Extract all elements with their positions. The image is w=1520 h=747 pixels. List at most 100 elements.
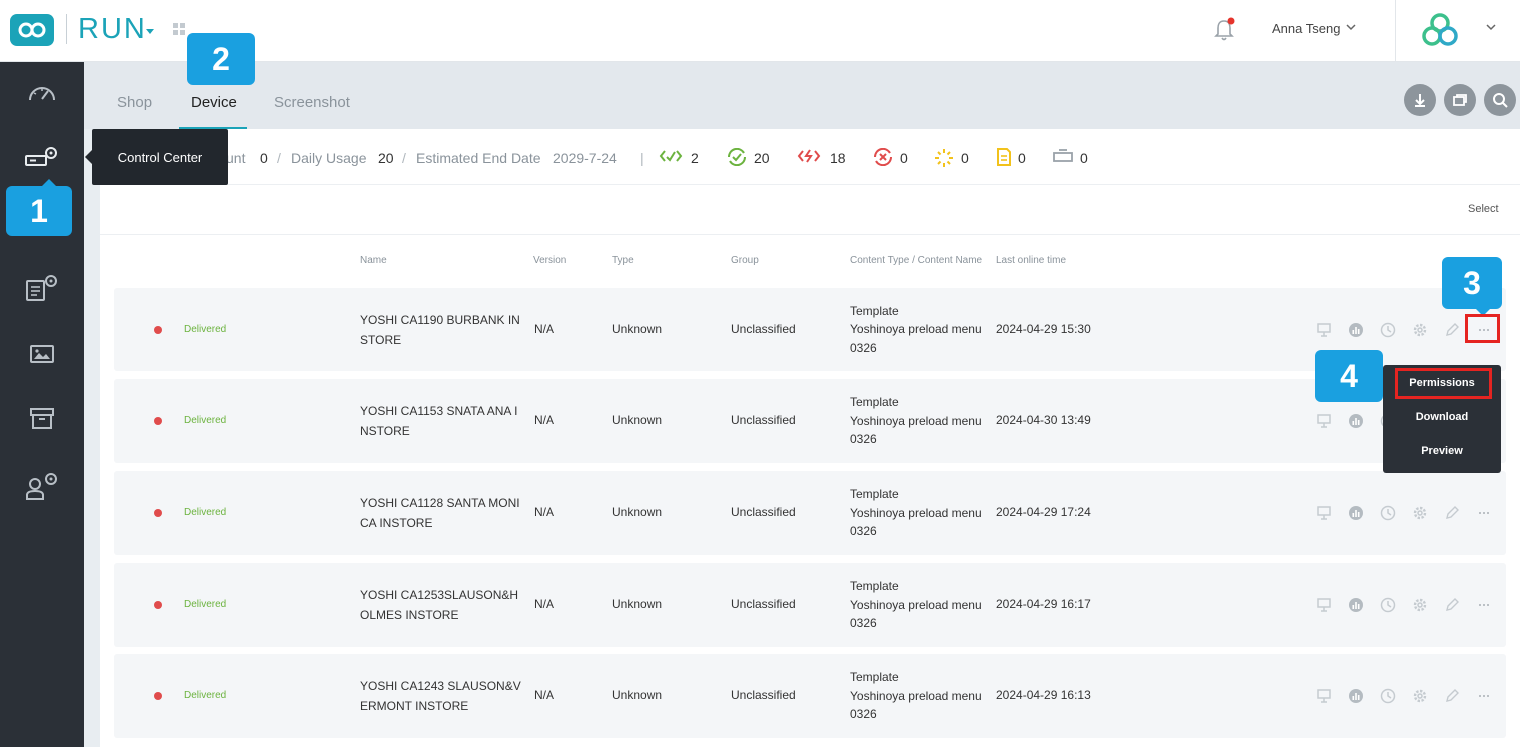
content-type: Template xyxy=(850,670,899,684)
apps-grid-icon[interactable] xyxy=(173,23,185,35)
tab-device[interactable]: Device xyxy=(191,94,237,111)
device-group: Unclassified xyxy=(731,413,796,427)
code-check-icon[interactable] xyxy=(659,148,683,164)
column-header-name[interactable]: Name xyxy=(360,255,387,266)
stats-bar: unt 0 / Daily Usage 20 / Estimated End D… xyxy=(100,129,1520,185)
device-group: Unclassified xyxy=(731,321,796,336)
menu-item-preview[interactable]: Preview xyxy=(1383,445,1501,457)
column-header-type[interactable]: Type xyxy=(612,255,634,266)
sidebar-item-archive[interactable] xyxy=(0,388,84,448)
device-name[interactable]: YOSHI CA1243 SLAUSON&V ERMONT INSTORE xyxy=(360,676,524,716)
status-text: Delivered xyxy=(184,690,227,701)
status-dot xyxy=(154,509,162,517)
archive-box-icon xyxy=(30,408,54,429)
sync-error-icon[interactable] xyxy=(872,148,894,166)
table-row[interactable]: Delivered YOSHI CA1128 SANTA MONI CA INS… xyxy=(114,471,1506,555)
chevron-down-icon[interactable] xyxy=(1346,22,1356,32)
daily-usage-value: 20 xyxy=(378,150,394,166)
device-version: N/A xyxy=(534,321,555,336)
device-group: Unclassified xyxy=(731,597,796,611)
logo[interactable] xyxy=(10,14,54,46)
table-row[interactable]: Delivered YOSHI CA1153 SNATA ANA I NSTOR… xyxy=(114,379,1506,463)
monitor-icon[interactable] xyxy=(1316,688,1332,704)
chart-icon[interactable] xyxy=(1348,688,1364,704)
content-name: Yoshinoya preload menu 0326 xyxy=(850,322,982,355)
pencil-icon[interactable] xyxy=(1444,505,1460,521)
status-dot xyxy=(154,601,162,609)
gear-icon[interactable] xyxy=(1412,688,1428,704)
download-button[interactable] xyxy=(1404,84,1436,116)
row-actions xyxy=(1316,505,1492,521)
clock-icon[interactable] xyxy=(1380,597,1396,613)
tab-screenshot[interactable]: Screenshot xyxy=(274,94,350,111)
chart-icon[interactable] xyxy=(1348,413,1364,429)
more-icon[interactable] xyxy=(1476,505,1492,521)
column-header-content[interactable]: Content Type / Content Name xyxy=(850,255,982,266)
stat-count: 18 xyxy=(830,150,846,166)
broken-link-icon[interactable] xyxy=(797,148,821,164)
dashboard-gauge-icon xyxy=(29,87,55,101)
monitor-icon[interactable] xyxy=(1316,597,1332,613)
divider xyxy=(100,234,1520,235)
device-name[interactable]: YOSHI CA1128 SANTA MONI CA INSTORE xyxy=(360,493,524,533)
loading-icon[interactable] xyxy=(934,148,954,168)
more-icon[interactable] xyxy=(1476,688,1492,704)
device-name[interactable]: YOSHI CA1153 SNATA ANA I NSTORE xyxy=(360,401,524,441)
gear-icon[interactable] xyxy=(1412,597,1428,613)
app-title-caret-icon[interactable] xyxy=(146,29,154,34)
chart-icon[interactable] xyxy=(1348,505,1364,521)
pencil-icon[interactable] xyxy=(1444,597,1460,613)
monitor-icon[interactable] xyxy=(1316,322,1332,338)
sidebar-item-schedule[interactable] xyxy=(0,258,84,318)
device-name[interactable]: YOSHI CA1190 BURBANK IN STORE xyxy=(360,310,524,350)
table-row[interactable]: Delivered YOSHI CA1190 BURBANK IN STORE … xyxy=(114,288,1506,371)
control-center-tooltip: Control Center xyxy=(92,129,228,185)
pencil-icon[interactable] xyxy=(1444,688,1460,704)
content-info: Template Yoshinoya preload menu 0326 xyxy=(850,577,990,633)
monitor-icon[interactable] xyxy=(1316,413,1332,429)
clock-icon[interactable] xyxy=(1380,688,1396,704)
user-name[interactable]: Anna Tseng xyxy=(1272,21,1340,36)
menu-item-download[interactable]: Download xyxy=(1383,411,1501,423)
window-view-button[interactable] xyxy=(1444,84,1476,116)
highlight-more-button xyxy=(1465,314,1500,343)
gear-icon[interactable] xyxy=(1412,322,1428,338)
device-type: Unknown xyxy=(612,597,663,611)
device-icon[interactable] xyxy=(1052,148,1074,164)
device-panel: unt 0 / Daily Usage 20 / Estimated End D… xyxy=(100,129,1520,747)
infinity-logo-icon xyxy=(18,22,46,38)
sidebar-item-media[interactable] xyxy=(0,324,84,384)
table-row[interactable]: Delivered YOSHI CA1243 SLAUSON&V ERMONT … xyxy=(114,654,1506,738)
document-icon[interactable] xyxy=(996,148,1012,166)
monitor-icon[interactable] xyxy=(1316,505,1332,521)
app-title[interactable]: RUN xyxy=(78,13,147,46)
callout-1: 1 xyxy=(6,186,72,236)
column-header-group[interactable]: Group xyxy=(731,255,759,266)
device-version: N/A xyxy=(534,413,555,427)
chevron-down-icon[interactable] xyxy=(1486,22,1496,32)
clock-icon[interactable] xyxy=(1380,505,1396,521)
status-dot xyxy=(154,417,162,425)
device-name[interactable]: YOSHI CA1253SLAUSON&H OLMES INSTORE xyxy=(360,585,524,625)
content-type: Template xyxy=(850,303,899,318)
chart-icon[interactable] xyxy=(1348,322,1364,338)
device-group: Unclassified xyxy=(731,505,796,519)
device-version: N/A xyxy=(534,688,555,702)
pencil-icon[interactable] xyxy=(1444,322,1460,338)
clock-icon[interactable] xyxy=(1380,322,1396,338)
column-header-version[interactable]: Version xyxy=(533,255,566,266)
chart-icon[interactable] xyxy=(1348,597,1364,613)
sidebar-item-dashboard[interactable] xyxy=(0,62,84,122)
count-label: unt xyxy=(226,150,246,166)
table-row[interactable]: Delivered YOSHI CA1253SLAUSON&H OLMES IN… xyxy=(114,563,1506,647)
more-icon[interactable] xyxy=(1476,597,1492,613)
tab-shop[interactable]: Shop xyxy=(117,94,152,111)
sidebar-item-users[interactable] xyxy=(0,456,84,516)
column-header-last-online[interactable]: Last online time xyxy=(996,255,1066,266)
notification-bell-icon[interactable] xyxy=(1212,17,1236,43)
brand-rings-icon[interactable] xyxy=(1420,12,1460,48)
check-sync-icon[interactable] xyxy=(726,148,748,166)
select-button[interactable]: Select xyxy=(1468,203,1499,215)
search-button[interactable] xyxy=(1484,84,1516,116)
gear-icon[interactable] xyxy=(1412,505,1428,521)
